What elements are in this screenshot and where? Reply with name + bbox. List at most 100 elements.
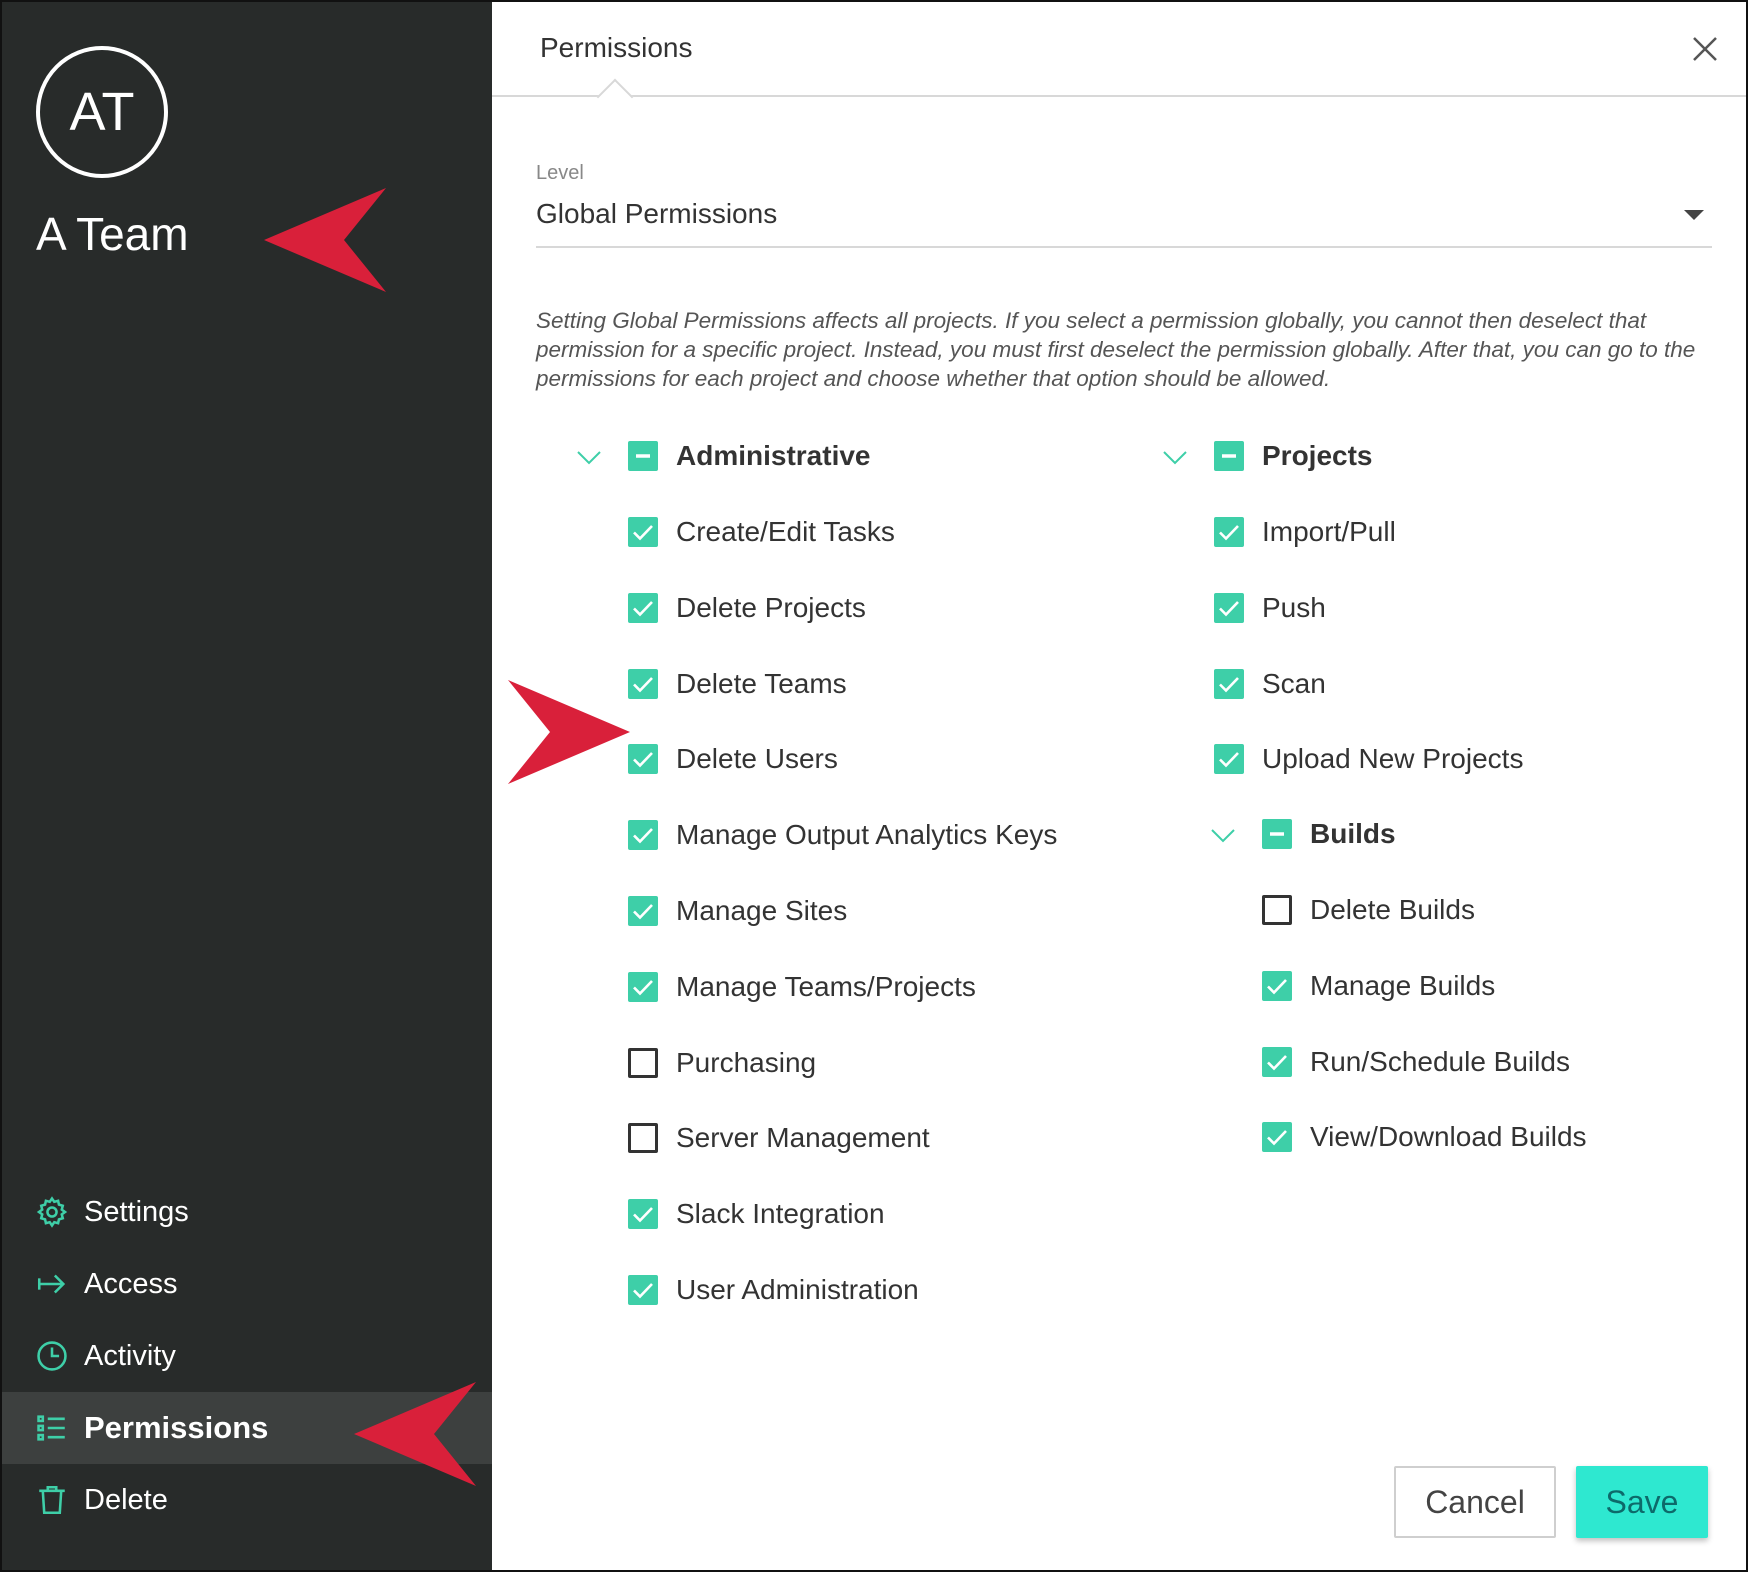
checkbox-indeterminate[interactable] [628,441,658,471]
annotation-arrow-icon [508,680,630,784]
permission-label: Upload New Projects [1262,743,1524,775]
save-button[interactable]: Save [1576,1466,1708,1538]
app-window: AT A Team Settings Access Activity Permi… [0,0,1748,1572]
checkbox-checked[interactable] [628,820,658,851]
group-builds[interactable]: Builds [1262,814,1396,854]
permission-label: Delete Teams [676,667,847,699]
permission-row[interactable]: Slack Integration [628,1194,885,1234]
group-label: Projects [1262,440,1373,471]
checkmark-icon [633,752,653,768]
checkbox-unchecked[interactable] [628,1123,658,1154]
sidebar-item-label: Activity [84,1339,176,1372]
permission-row[interactable]: Push [1214,588,1326,628]
level-label: Level [536,162,584,184]
sidebar-item-settings[interactable]: Settings [2,1176,492,1248]
group-label: Administrative [676,440,871,471]
permission-row[interactable]: Upload New Projects [1214,739,1523,779]
permission-row[interactable]: Import/Pull [1214,512,1396,552]
checkbox-checked[interactable] [1262,1122,1292,1153]
permission-row[interactable]: Scan [1214,664,1326,704]
list-icon [34,1410,70,1446]
sidebar-item-label: Permissions [84,1410,269,1445]
close-button[interactable] [1688,32,1722,66]
checkmark-icon [1219,600,1239,617]
sidebar: AT A Team Settings Access Activity Permi… [2,2,492,1570]
permission-row[interactable]: Manage Output Analytics Keys [628,815,1057,855]
close-icon [1693,37,1717,61]
checkbox-checked[interactable] [1214,592,1244,623]
permission-label: Delete Builds [1310,894,1475,925]
checkbox-checked[interactable] [628,592,658,623]
permission-row[interactable]: Create/Edit Tasks [628,512,895,552]
checkmark-icon [633,1283,653,1299]
checkbox-checked[interactable] [1214,668,1244,699]
sidebar-item-access[interactable]: Access [2,1248,492,1320]
permission-row[interactable]: Manage Sites [628,891,847,931]
chevron-down-icon[interactable] [1210,828,1236,844]
permission-row[interactable]: Manage Teams/Projects [628,967,976,1007]
permission-label: Delete Users [676,743,838,775]
tab-permissions[interactable]: Permissions [540,32,692,64]
permission-label: Manage Builds [1310,969,1496,1001]
checkbox-checked[interactable] [1214,517,1244,547]
permission-row[interactable]: Purchasing [628,1043,816,1083]
checkmark-icon [633,676,653,692]
permission-row[interactable]: Delete Builds [1262,890,1475,930]
group-administrative[interactable]: Administrative [628,436,871,476]
checkbox-checked[interactable] [628,971,658,1002]
checkbox-checked[interactable] [1262,1046,1292,1077]
checkbox-checked[interactable] [628,1199,658,1230]
checkbox-checked[interactable] [628,744,658,775]
permission-label: Push [1262,591,1326,623]
chevron-down-icon[interactable] [1162,450,1188,466]
permission-row[interactable]: User Administration [628,1270,919,1310]
checkbox-checked[interactable] [628,1275,658,1305]
checkmark-icon [633,904,653,920]
gear-icon [34,1194,70,1230]
permission-label: Manage Output Analytics Keys [676,819,1058,851]
permission-label: Server Management [676,1122,930,1154]
permission-row[interactable]: Delete Teams [628,664,847,704]
permission-row[interactable]: Server Management [628,1118,930,1158]
team-avatar: AT [36,46,168,178]
clock-icon [34,1338,70,1374]
sidebar-item-label: Delete [84,1483,168,1516]
sidebar-item-label: Access [84,1267,178,1300]
dropdown-caret-icon [1684,210,1704,220]
annotation-arrow-icon [354,1382,476,1486]
group-label: Builds [1310,818,1396,849]
checkmark-icon [1267,1130,1287,1146]
checkbox-indeterminate[interactable] [1214,441,1244,471]
checkbox-unchecked[interactable] [1262,895,1292,925]
permission-row[interactable]: Run/Schedule Builds [1262,1042,1570,1082]
sidebar-item-label: Settings [84,1195,189,1228]
level-select[interactable]: Global Permissions [536,194,1712,248]
trash-icon [34,1482,70,1518]
checkbox-checked[interactable] [628,517,658,547]
team-name: A Team [36,208,189,260]
permission-row[interactable]: Delete Projects [628,588,866,628]
cancel-button[interactable]: Cancel [1394,1466,1556,1538]
permission-label: Import/Pull [1262,516,1396,547]
group-projects[interactable]: Projects [1214,436,1373,476]
checkmark-icon [1267,978,1287,995]
tab-indicator [596,78,634,116]
checkbox-checked[interactable] [1214,744,1244,775]
checkmark-icon [1267,1054,1287,1070]
permission-label: Delete Projects [676,591,866,623]
checkbox-checked[interactable] [1262,970,1292,1001]
checkbox-checked[interactable] [628,896,658,926]
panel-header: Permissions [492,2,1746,116]
checkbox-checked[interactable] [628,668,658,699]
checkmark-icon [1219,525,1239,541]
checkbox-unchecked[interactable] [628,1047,658,1078]
checkmark-icon [633,600,653,617]
permission-row[interactable]: Delete Users [628,739,838,779]
permission-label: Create/Edit Tasks [676,516,895,547]
checkmark-icon [633,979,653,996]
checkbox-indeterminate[interactable] [1262,819,1292,849]
permission-row[interactable]: Manage Builds [1262,966,1495,1006]
chevron-down-icon[interactable] [576,450,602,466]
permission-row[interactable]: View/Download Builds [1262,1117,1587,1157]
arrow-right-icon [34,1266,70,1302]
